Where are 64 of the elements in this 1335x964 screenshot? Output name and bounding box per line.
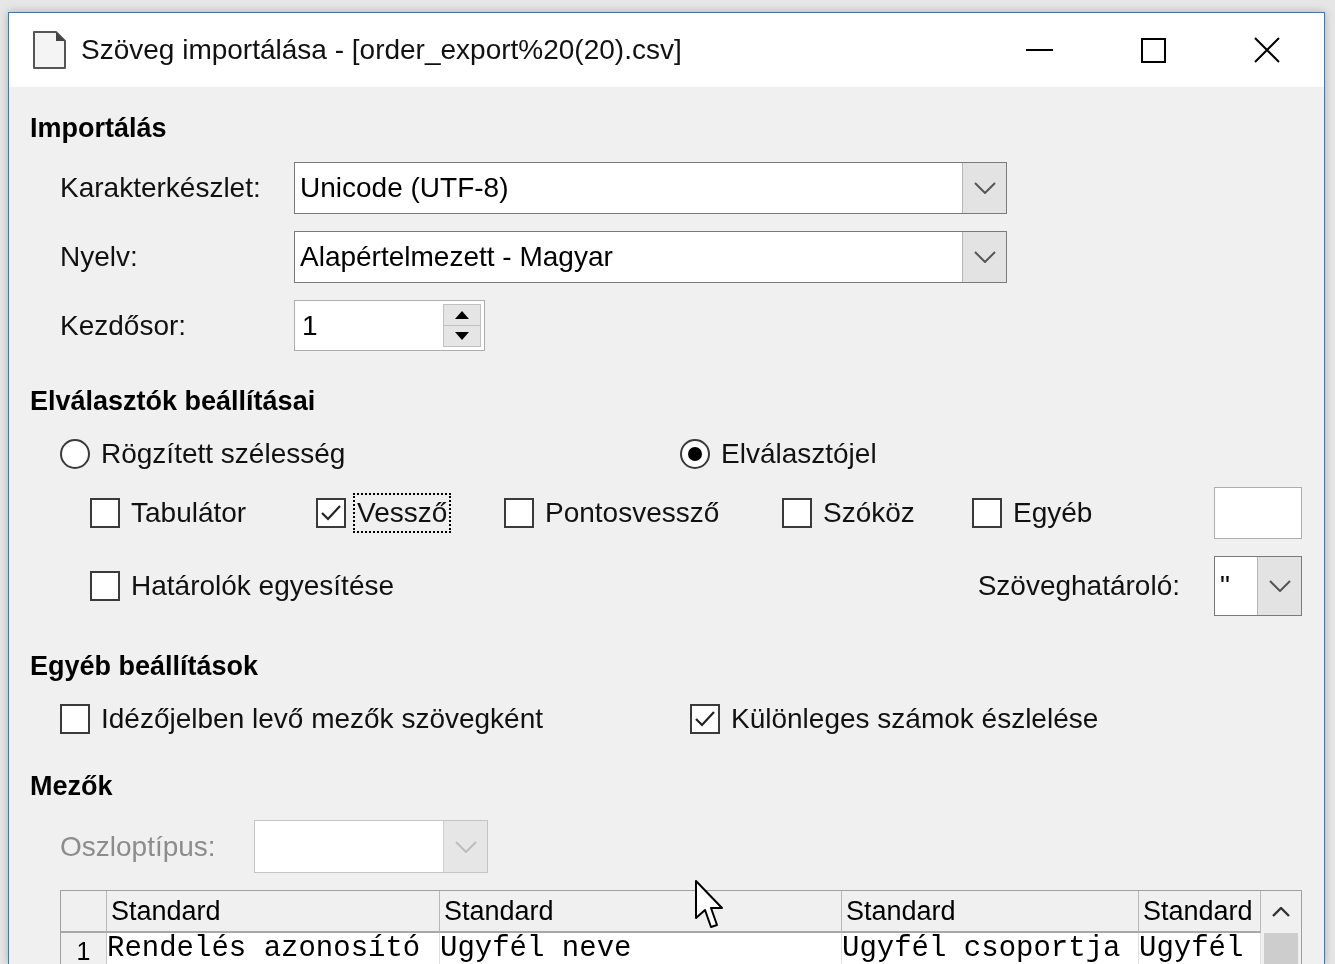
chevron-down-icon [1268,580,1291,592]
scroll-up-button[interactable] [1261,891,1301,933]
column-header[interactable]: Standard [842,891,1139,933]
table-corner [61,891,107,933]
triangle-down-icon [455,332,469,340]
checkbox[interactable] [60,704,90,734]
triangle-up-icon [455,311,469,319]
radio-button[interactable] [680,439,710,469]
chevron-down-icon [454,840,477,853]
checkbox-label[interactable]: Szóköz [821,495,917,531]
checkbox-label[interactable]: Pontosvessző [543,495,722,531]
section-heading: Mezők [30,770,114,803]
checkmark-icon [694,710,716,728]
section-heading: Importálás [30,112,168,145]
checkbox[interactable] [504,498,534,528]
section-heading: Egyéb beállítások [30,650,260,683]
table-cell: Rendelés azonosító [107,933,440,964]
field-label: Nyelv: [60,241,139,273]
radio-label[interactable]: Elválasztójel [719,436,879,472]
column-header[interactable]: Standard [1139,891,1261,933]
field-label: Szöveghatároló: [977,570,1180,602]
checkbox-label[interactable]: Egyéb [1011,495,1095,531]
chevron-down-icon [973,182,996,194]
field-label: Oszloptípus: [60,830,217,863]
chevron-up-icon [1272,907,1290,917]
chevron-down-icon [973,251,996,263]
close-icon [1254,37,1280,63]
checkbox[interactable] [782,498,812,528]
checkbox-label[interactable]: Tabulátor [129,495,249,531]
column-header[interactable]: Standard [440,891,842,933]
radio-label[interactable]: Rögzített szélesség [99,436,348,472]
spin-up-button[interactable] [443,304,481,326]
checkbox[interactable] [972,498,1002,528]
spin-box[interactable]: 1 [294,300,485,351]
input-field[interactable] [1214,487,1302,539]
row-number: 1 [61,933,107,964]
dropdown-button[interactable] [962,163,1006,213]
column-header[interactable]: Standard [107,891,440,933]
checkbox[interactable] [90,571,120,601]
dropdown-button[interactable] [1257,557,1301,615]
maximize-icon [1140,37,1166,63]
checkbox[interactable] [90,498,120,528]
dropdown[interactable]: Unicode (UTF-8) [294,162,1007,214]
window-title: Szöveg importálása - [order_export%20(20).csv] [81,34,683,66]
checkbox-label[interactable]: Vessző [355,495,450,531]
minimize-icon [1025,49,1053,51]
field-label: Karakterkészlet: [60,172,262,204]
scrollbar-thumb[interactable] [1261,933,1301,964]
table-cell: Ugyfél neve [440,933,842,964]
field-label: Kezdősor: [60,309,188,342]
section-heading: Elválasztók beállításai [30,385,317,418]
checkbox-label[interactable]: Határolók egyesítése [129,568,397,604]
checkmark-icon [320,504,342,522]
dropdown[interactable]: " [1214,556,1302,616]
radio-button[interactable] [60,439,90,469]
document-icon [32,31,66,69]
checkbox[interactable] [690,704,720,734]
checkbox-label[interactable]: Különleges számok észlelése [729,701,1101,737]
checkbox[interactable] [316,498,346,528]
dropdown[interactable]: Alapértelmezett - Magyar [294,231,1007,283]
spin-down-button[interactable] [443,326,481,347]
dropdown-button[interactable] [962,232,1006,282]
table-cell: Ugyfél csoportja [842,933,1139,964]
checkbox-label[interactable]: Idézőjelben levő mezők szövegként [99,701,546,737]
